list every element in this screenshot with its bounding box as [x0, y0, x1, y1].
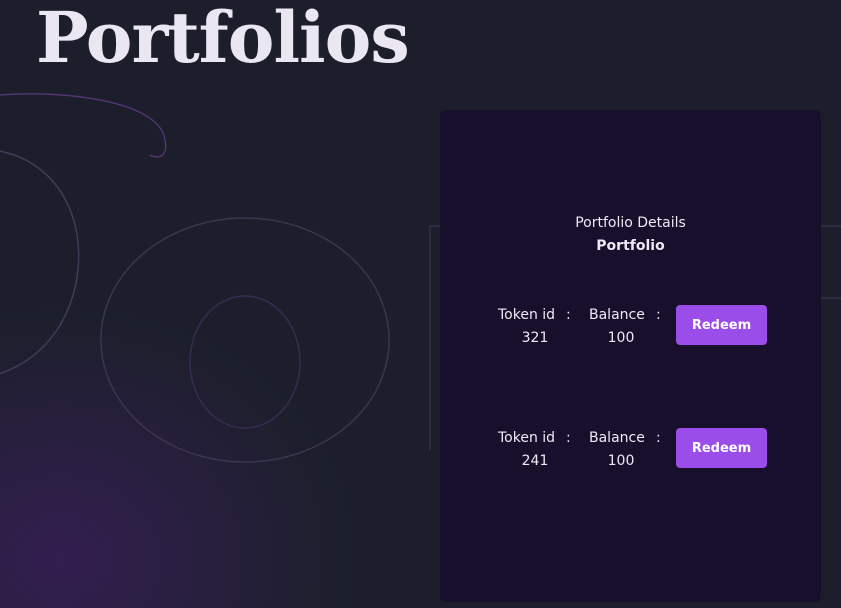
token-id-label: Token id: [498, 307, 556, 323]
token-id-colon: :: [566, 430, 571, 446]
portfolio-card: Portfolio Details Portfolio Token id : 3…: [440, 110, 821, 602]
balance-value: 100: [607, 453, 635, 469]
page-title: Portfolios: [36, 0, 410, 79]
page: Portfolios Portfolio Details Portfolio T…: [0, 0, 841, 608]
token-id-value: 241: [521, 453, 549, 469]
balance-colon: :: [656, 307, 661, 323]
balance-label: Balance: [589, 430, 645, 446]
redeem-button[interactable]: Redeem: [676, 305, 767, 345]
card-header: Portfolio Details Portfolio: [440, 212, 821, 258]
token-id-colon: :: [566, 307, 571, 323]
balance-colon: :: [656, 430, 661, 446]
token-row: Token id : 321 Balance : 100 Redeem: [440, 305, 821, 353]
token-id-value: 321: [521, 330, 549, 346]
balance-label: Balance: [589, 307, 645, 323]
token-id-label: Token id: [498, 430, 556, 446]
balance-value: 100: [607, 330, 635, 346]
card-subheading: Portfolio: [596, 238, 665, 254]
card-heading: Portfolio Details: [575, 215, 686, 231]
redeem-button[interactable]: Redeem: [676, 428, 767, 468]
token-row: Token id : 241 Balance : 100 Redeem: [440, 428, 821, 476]
